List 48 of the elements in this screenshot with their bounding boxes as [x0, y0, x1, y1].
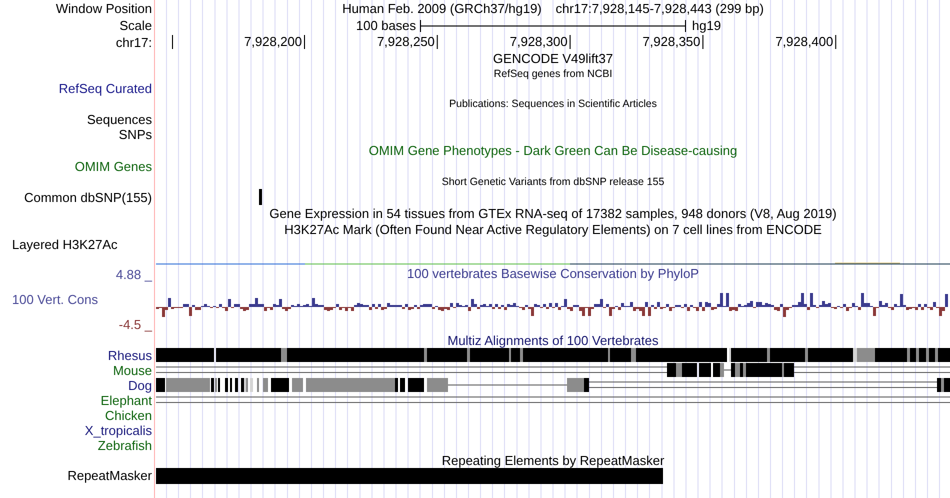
- track-label[interactable]: 100 Vert. Cons: [0, 292, 98, 306]
- species-label[interactable]: Mouse: [112, 362, 152, 378]
- track-title: GENCODE V49lift37: [493, 50, 613, 66]
- row-label: Scale: [118, 18, 152, 33]
- ruler-tick: [172, 34, 173, 50]
- track-title: Short Genetic Variants from dbSNP release 155: [442, 176, 664, 188]
- ruler-tick: [702, 34, 704, 50]
- track-title: Multiz Alignments of 100 Vertebrates: [447, 333, 658, 348]
- scale-length: 100 bases: [355, 18, 417, 33]
- axis-max-label: 4.88 _: [114, 266, 152, 282]
- species-label[interactable]: Elephant: [100, 392, 152, 408]
- track-label[interactable]: RepeatMasker: [67, 468, 152, 483]
- ruler-label: 7,928,200: [244, 34, 302, 49]
- species-label[interactable]: Chicken: [105, 408, 152, 422]
- track-label[interactable]: Sequences: [86, 112, 152, 127]
- ruler-label: 7,928,300: [510, 34, 568, 49]
- ruler-tick: [304, 34, 305, 50]
- scale-assembly: hg19: [691, 18, 722, 33]
- axis-min-label: -4.5 _: [118, 316, 152, 332]
- ruler-label: 7,928,250: [376, 34, 435, 49]
- track-label[interactable]: RefSeq Curated: [58, 81, 152, 96]
- ruler-label: 7,928,400: [775, 34, 834, 49]
- ruler-tick: [436, 34, 438, 50]
- track-label[interactable]: Layered H3K27Ac: [0, 237, 118, 252]
- track-label[interactable]: SNPs: [118, 127, 152, 142]
- snp-marker[interactable]: [259, 189, 262, 205]
- repeat-element-bar[interactable]: [156, 468, 663, 484]
- scale-bar-icon: [420, 18, 686, 34]
- ruler-tick: [835, 34, 836, 50]
- track-title: Publications: Sequences in Scientific Articles: [449, 98, 657, 110]
- ruler-label: 7,928,350: [642, 34, 700, 49]
- species-label[interactable]: Rhesus: [108, 348, 152, 362]
- ruler-tick: [570, 34, 571, 50]
- row-label: Window Position: [54, 1, 152, 16]
- track-title: OMIM Gene Phenotypes - Dark Green Can Be Disease-causing: [368, 143, 738, 158]
- track-label[interactable]: OMIM Genes: [74, 158, 152, 174]
- track-label[interactable]: Common dbSNP(155): [24, 190, 152, 204]
- species-label[interactable]: Dog: [128, 378, 152, 392]
- row-label: chr17:: [114, 34, 152, 50]
- species-label[interactable]: Zebrafish: [98, 438, 152, 452]
- track-title: 100 vertebrates Basewise Conservation by PhyloP: [407, 266, 699, 280]
- track-title: Repeating Elements by RepeatMasker: [442, 452, 664, 468]
- track-title: RefSeq genes from NCBI: [494, 68, 612, 80]
- position-text: chr17:7,928,145-7,928,443 (299 bp): [556, 1, 764, 16]
- species-label[interactable]: X_tropicalis: [84, 422, 152, 438]
- track-title: H3K27Ac Mark (Often Found Near Active Regulatory Elements) on 7 cell lines from ENCODE: [284, 222, 822, 236]
- assembly-title: Human Feb. 2009 (GRCh37/hg19): [342, 1, 542, 16]
- track-title: Gene Expression in 54 tissues from GTEx RNA-seq of 17382 samples, 948 donors (V8, Aug 2019): [269, 206, 837, 220]
